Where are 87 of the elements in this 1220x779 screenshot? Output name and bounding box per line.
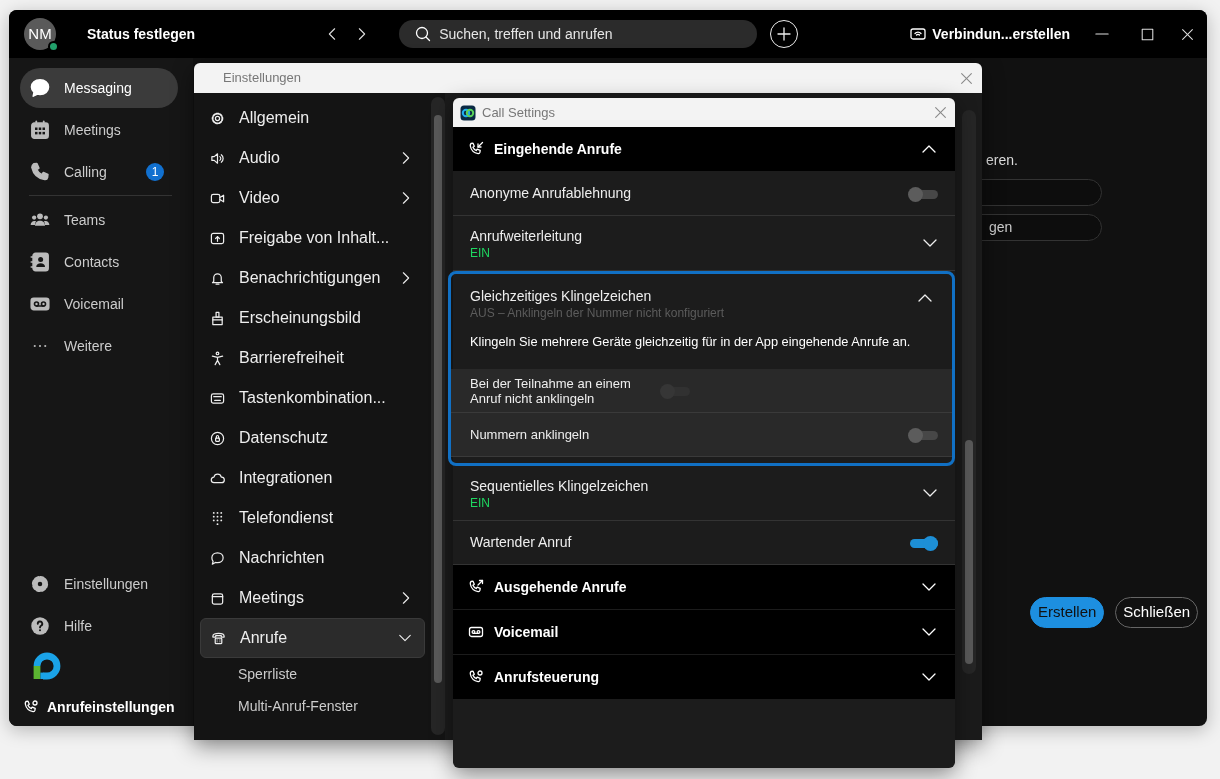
section-header[interactable]: Ausgehende Anrufe [453, 565, 955, 611]
settings-nav-item[interactable]: Barrierefreiheit [200, 338, 425, 378]
avatar-initials: NM [28, 23, 52, 44]
shield-lock-icon [210, 430, 225, 446]
setting-label: Nummern anklingeln [470, 425, 590, 444]
maximize-button[interactable] [1140, 27, 1154, 41]
search-field[interactable]: Suchen, treffen und anrufen [399, 20, 758, 48]
close-icon [1180, 27, 1194, 41]
settings-nav-item[interactable]: Allgemein [200, 98, 425, 138]
settings-nav-item[interactable]: Datenschutz [200, 418, 425, 458]
setting-label: Wartender Anruf [470, 533, 572, 553]
chat-bubble-icon [30, 78, 50, 98]
dialpad-icon [210, 510, 225, 526]
setting-label: Sequentielles Klingelzeichen [470, 477, 649, 497]
bell-icon [210, 270, 225, 286]
settings-nav-item[interactable]: Benachrichtigungen [200, 258, 425, 298]
keyboard-icon [210, 390, 225, 406]
dialog-title: Einstellungen [223, 69, 302, 88]
close-icon [934, 106, 947, 119]
setting-label: Anrufweiterleitung [470, 227, 583, 246]
speaker-icon [210, 150, 225, 166]
setting-expander[interactable]: Sequentielles Klingelzeichen EIN [453, 466, 955, 522]
help-icon [30, 616, 50, 636]
sidebar-item[interactable]: Meetings [20, 110, 178, 150]
setting-expander[interactable]: Gleichzeitiges Klingelzeichen AUS – Anklingeln der Nummer nicht konfiguriert [451, 274, 952, 320]
phone-icon [30, 162, 50, 182]
settings-nav-item[interactable]: Freigabe von Inhalt... [200, 218, 425, 258]
status-text: Anrufeinstellungen [47, 697, 175, 717]
settings-nav-item[interactable]: Audio [200, 138, 425, 178]
presence-dot [48, 41, 59, 52]
sidebar-item[interactable]: Weitere [20, 326, 178, 366]
settings-nav-item[interactable]: Integrationen [200, 458, 425, 498]
status-label[interactable]: Status festlegen [87, 23, 196, 45]
settings-nav-subitem[interactable]: Multi-Anruf-Fenster [194, 690, 425, 722]
phone-settings-icon [23, 699, 39, 715]
toggle-switch[interactable] [908, 185, 938, 202]
settings-nav-subitem[interactable]: Sperrliste [194, 658, 425, 690]
settings-nav-item[interactable]: Meetings [200, 578, 425, 618]
contact-card-icon [30, 252, 50, 272]
sidebar-item[interactable]: Voicemail [20, 284, 178, 324]
chat-bubble-icon [210, 550, 225, 566]
settings-nav-item[interactable]: Nachrichten [200, 538, 425, 578]
plus-icon [776, 26, 793, 42]
sidebar-item[interactable]: Calling 1 [20, 152, 178, 192]
create-button[interactable]: Erstellen [1030, 597, 1105, 628]
screen-share-icon [210, 230, 225, 246]
section-header[interactable]: Anrufsteuerung [453, 655, 955, 701]
status-text: EIN [470, 497, 491, 511]
section-header[interactable]: Eingehende Anrufe [453, 127, 955, 172]
setting-label: Bei der Teilnahme an einem Anruf nicht anklingeln [470, 375, 632, 406]
accessibility-icon [210, 350, 225, 366]
settings-nav-item[interactable]: Tastenkombination... [200, 378, 425, 418]
calendar-icon [210, 590, 225, 606]
setting-label: Anonyme Anrufablehnung [470, 184, 632, 203]
description-text: Klingeln Sie mehrere Geräte gleichzeitig für in der App eingehende Anrufe an. [469, 333, 912, 351]
settings-nav-item[interactable]: Erscheinungsbild [200, 298, 425, 338]
settings-nav-item[interactable]: Telefondienst [200, 498, 425, 538]
app-icon [460, 104, 476, 121]
more-icon [33, 344, 47, 348]
connect-device-button[interactable]: Verbindun...erstellen [910, 23, 1070, 45]
setting-label: Gleichzeitiges Klingelzeichen [470, 287, 653, 306]
setting-expander[interactable]: Anrufweiterleitung EIN [453, 216, 955, 271]
dialog-title: Call Settings [482, 103, 555, 122]
close-icon [960, 71, 973, 85]
toggle-switch[interactable] [908, 426, 938, 443]
maximize-icon [1140, 27, 1154, 41]
telephone-icon [211, 630, 226, 646]
settings-nav-item[interactable]: Anrufe [200, 618, 425, 658]
scrollbar[interactable] [962, 110, 976, 674]
count-badge: 1 [146, 163, 164, 181]
status-text: AUS – Anklingeln der Nummer nicht konfiguriert [470, 307, 725, 320]
incoming-call-icon [468, 141, 484, 157]
sidebar-item[interactable]: Messaging [20, 68, 178, 108]
status-text: EIN [470, 247, 491, 260]
avatar[interactable]: NM [24, 18, 56, 50]
sidebar-item[interactable]: Teams [20, 200, 178, 240]
section-header[interactable]: Voicemail [453, 610, 955, 656]
toggle-switch[interactable] [908, 534, 938, 551]
wifi-display-icon [910, 26, 927, 42]
calendar-icon [30, 120, 50, 140]
settings-nav-item[interactable]: Video [200, 178, 425, 218]
search-icon [415, 26, 432, 42]
scrollbar[interactable] [431, 97, 445, 735]
body-text: eren. [985, 151, 1019, 170]
sidebar-item[interactable]: Einstellungen [20, 564, 155, 604]
sidebar-item[interactable]: Contacts [20, 242, 178, 282]
sidebar-item[interactable]: Hilfe [20, 606, 98, 646]
